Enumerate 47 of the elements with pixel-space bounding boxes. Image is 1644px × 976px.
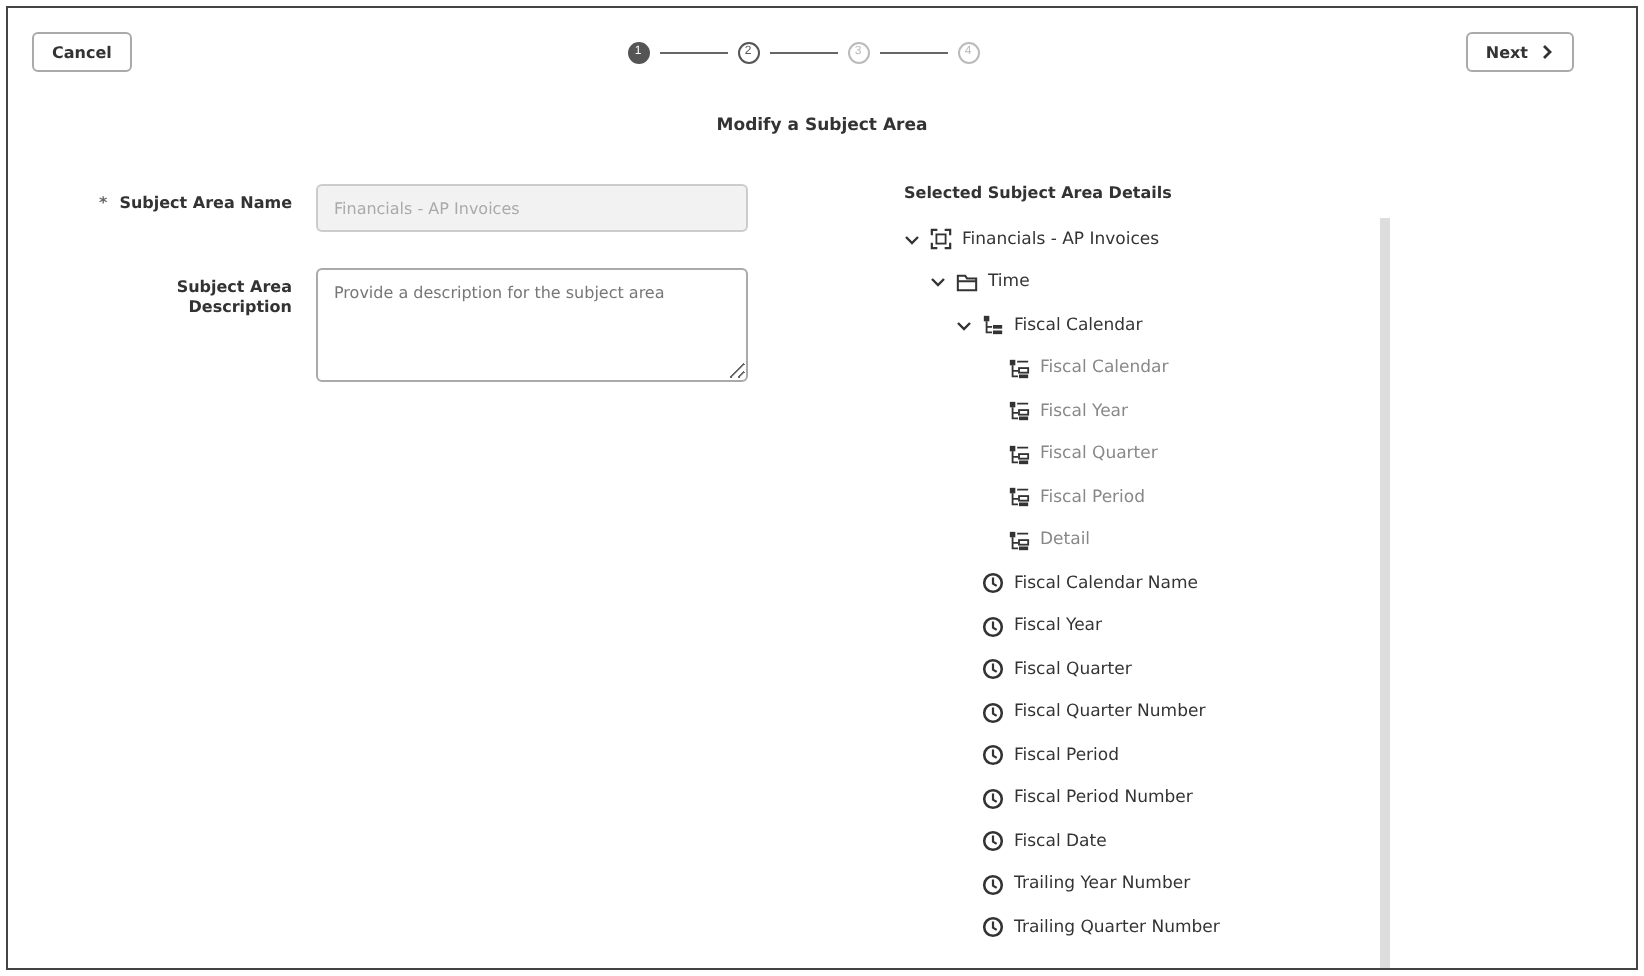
level-icon (1008, 529, 1030, 552)
chevron-icon[interactable] (904, 231, 920, 248)
cancel-button[interactable]: Cancel (32, 32, 132, 72)
section-heading: Selected Subject Area Details (904, 184, 1174, 202)
field-label: Subject Area Name (119, 194, 292, 212)
tree-item[interactable]: Trailing Quarter Number (1014, 917, 1220, 938)
tree-item[interactable]: Fiscal Year (1014, 616, 1103, 637)
tree-item[interactable]: Trailing Year Number (1014, 874, 1191, 895)
chevron-icon[interactable] (956, 317, 972, 334)
level-icon (1008, 400, 1030, 423)
tree-item[interactable]: Detail (1040, 530, 1091, 551)
next-button[interactable]: Next (1465, 32, 1574, 72)
tree-item[interactable]: Fiscal Period (1040, 487, 1146, 508)
tree-item[interactable]: Fiscal Period Number (1014, 788, 1193, 809)
tree-item[interactable]: Fiscal Date (1014, 831, 1107, 852)
clock-icon (982, 830, 1004, 853)
tree-item[interactable]: Time (988, 272, 1030, 293)
clock-icon (982, 658, 1004, 681)
description-field[interactable]: Provide a description for the subject area (316, 268, 748, 382)
tree-item[interactable]: Fiscal Quarter (1014, 659, 1132, 680)
hierarchy-icon (982, 314, 1004, 337)
tree-item[interactable]: Fiscal Period (1014, 745, 1120, 766)
tree-item[interactable]: Fiscal Calendar (1014, 315, 1143, 336)
tree-item[interactable]: Financials - AP Invoices (962, 229, 1160, 250)
required-marker: * (99, 194, 108, 212)
clock-icon (982, 572, 1004, 595)
level-icon (1008, 486, 1030, 509)
tree-item[interactable]: Fiscal Calendar Name (1014, 573, 1199, 594)
chevron-icon (1540, 44, 1554, 60)
clock-icon (982, 916, 1004, 939)
clock-icon (982, 701, 1004, 724)
tree-item[interactable]: Fiscal Year (1040, 401, 1129, 422)
scrollbar[interactable] (1380, 218, 1390, 968)
tree-item[interactable]: Fiscal Quarter Number (1014, 702, 1206, 723)
clock-icon (982, 873, 1004, 896)
level-icon (1008, 357, 1030, 380)
folder-icon (956, 271, 978, 294)
tree-item[interactable]: Fiscal Quarter (1040, 444, 1158, 465)
subject-area-icon (930, 228, 952, 251)
field-label: Subject Area Description (174, 276, 292, 320)
clock-icon (982, 787, 1004, 810)
clock-icon (982, 615, 1004, 638)
tree-item[interactable]: Fiscal Calendar (1040, 358, 1169, 379)
level-icon (1008, 443, 1030, 466)
clock-icon (982, 744, 1004, 767)
chevron-icon[interactable] (930, 274, 946, 291)
page-title: Modify a Subject Area (714, 116, 930, 136)
